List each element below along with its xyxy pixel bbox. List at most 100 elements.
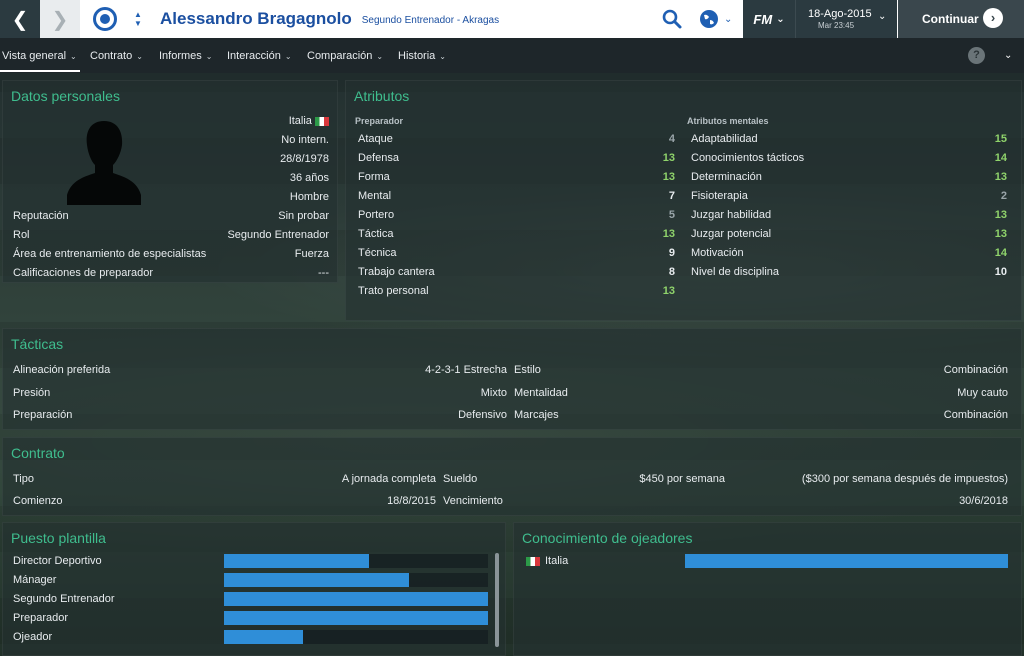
coach-attribute-label: Mental [358,190,392,202]
attributes-panel: Atributos Preparador Atributos mentales … [345,80,1022,321]
level-bar-fill [224,554,369,568]
coach-attribute-label: Forma [358,171,390,183]
international-value: No intern. [281,134,329,146]
coach-attribute-value: 13 [662,152,675,164]
chevron-down-icon[interactable]: ⌄ [878,11,886,22]
level-bar-fill [224,611,488,625]
coach-qualifications-label: Calificaciones de preparador [13,267,154,279]
tactics-value: Defensivo [458,409,507,421]
bar-row-label: Preparador [13,612,69,624]
panel-title: Atributos [354,88,410,104]
continue-button[interactable]: Continuar › [898,0,1024,38]
italy-flag-icon [526,556,540,566]
level-bar-track [224,573,488,587]
level-bar-track [685,554,1008,568]
mental-attribute-label: Motivación [691,247,744,259]
tab-bar: Vista general ⌄ Contrato ⌄ Informes ⌄ Inter… [0,38,1024,73]
tab-selected-indicator [0,70,80,72]
tactics-label: Preparación [13,409,73,421]
date-display[interactable]: 18-Ago-2015 Mar 23:45 ⌄ [795,0,897,38]
mental-attribute-label: Juzgar potencial [691,228,772,240]
tactics-label: Presión [13,387,51,399]
panel-title: Conocimiento de ojeadores [522,530,693,546]
tab-comparacion[interactable]: Comparación ⌄ [307,50,383,62]
bar-row-label: Segundo Entrenador [13,593,115,605]
mental-attribute-value: 13 [994,171,1007,183]
start-date-value: 18/8/2015 [387,495,436,507]
birthdate-value: 28/8/1978 [280,153,329,165]
level-bar-track [224,554,488,568]
coach-attribute-label: Técnica [358,247,397,259]
expiry-label: Vencimiento [443,495,503,507]
tactics-label: Marcajes [514,409,559,421]
coach-attribute-value: 13 [662,171,675,183]
coach-attribute-value: 9 [668,247,675,259]
contract-type-label: Tipo [13,473,34,485]
club-badge-icon[interactable] [80,0,130,38]
scouting-panel: Conocimiento de ojeadores Italia [513,522,1022,656]
reputation-label: Reputación [13,210,69,222]
role-value: Segundo Entrenador [227,229,329,241]
mental-attribute-value: 13 [994,228,1007,240]
coach-attribute-value: 5 [668,209,675,221]
globe-icon[interactable]: ⌄ [698,6,738,32]
current-time: Mar 23:45 [818,21,855,30]
tactics-value: Combinación [943,364,1008,376]
tactics-value: Mixto [480,387,507,399]
mental-attribute-value: 13 [994,209,1007,221]
search-icon[interactable] [660,7,684,31]
mental-attribute-label: Conocimientos tácticos [691,152,805,164]
coach-attribute-label: Defensa [358,152,399,164]
coach-attribute-value: 4 [668,133,675,145]
tactics-label: Alineación preferida [13,364,111,376]
italy-flag-icon [315,116,329,126]
salary-net-value: ($300 por semana después de impuestos) [801,473,1008,485]
mental-attribute-label: Fisioterapia [691,190,748,202]
coach-attribute-label: Trato personal [358,285,429,297]
contract-type-value: A jornada completa [341,473,436,485]
tactics-value: 4-2-3-1 Estrecha [425,364,507,376]
tab-historia[interactable]: Historia ⌄ [398,50,446,62]
mental-attribute-label: Adaptabilidad [691,133,758,145]
coach-attribute-label: Táctica [358,228,394,240]
tactics-label: Mentalidad [514,387,568,399]
level-bar-fill [224,592,488,606]
person-silhouette-icon [67,121,141,205]
page-subtitle[interactable]: Segundo Entrenador - Akragas [362,15,499,26]
personal-data-panel: Datos personales Italia No intern. 28/8/… [2,80,338,283]
contract-panel: Contrato Tipo A jornada completa Sueldo … [2,437,1022,516]
coach-attribute-value: 13 [662,228,675,240]
tab-contrato[interactable]: Contrato ⌄ [90,50,143,62]
tactics-label: Estilo [514,364,541,376]
coach-attribute-value: 7 [668,190,675,202]
mental-attribute-value: 2 [1000,190,1007,202]
specialist-area-label: Área de entrenamiento de especialistas [13,248,207,260]
coach-attribute-label: Ataque [358,133,393,145]
page-title: Alessandro Bragagnolo [160,9,352,28]
mental-attribute-label: Juzgar habilidad [691,209,772,221]
mental-attribute-value: 14 [994,247,1007,259]
bar-row-label: Italia [526,555,568,567]
mental-attribute-value: 10 [994,266,1007,278]
level-bar-track [224,592,488,606]
cycle-person-icon[interactable]: ▲ ▼ [130,0,146,38]
forward-arrow-icon[interactable]: ❯ [40,0,80,38]
scrollbar[interactable] [495,553,499,647]
gender-value: Hombre [289,191,329,203]
current-date: 18-Ago-2015 [808,8,872,20]
tab-vista-general[interactable]: Vista general ⌄ [2,50,77,62]
level-bar-fill [224,573,409,587]
chevron-down-icon[interactable]: ⌄ [1004,50,1012,61]
mental-attribute-value: 14 [994,152,1007,164]
mental-attribute-value: 15 [994,133,1007,145]
start-date-label: Comienzo [13,495,63,507]
coach-header: Preparador [355,116,404,126]
back-arrow-icon[interactable]: ❮ [0,0,40,38]
salary-label: Sueldo [443,473,478,485]
mental-header: Atributos mentales [687,116,769,126]
fm-logo[interactable]: FM ⌄ [743,0,795,38]
mental-attribute-label: Nivel de disciplina [691,266,780,278]
help-icon[interactable]: ? [968,47,985,64]
tab-interaccion[interactable]: Interacción ⌄ [227,50,292,62]
tab-informes[interactable]: Informes ⌄ [159,50,213,62]
